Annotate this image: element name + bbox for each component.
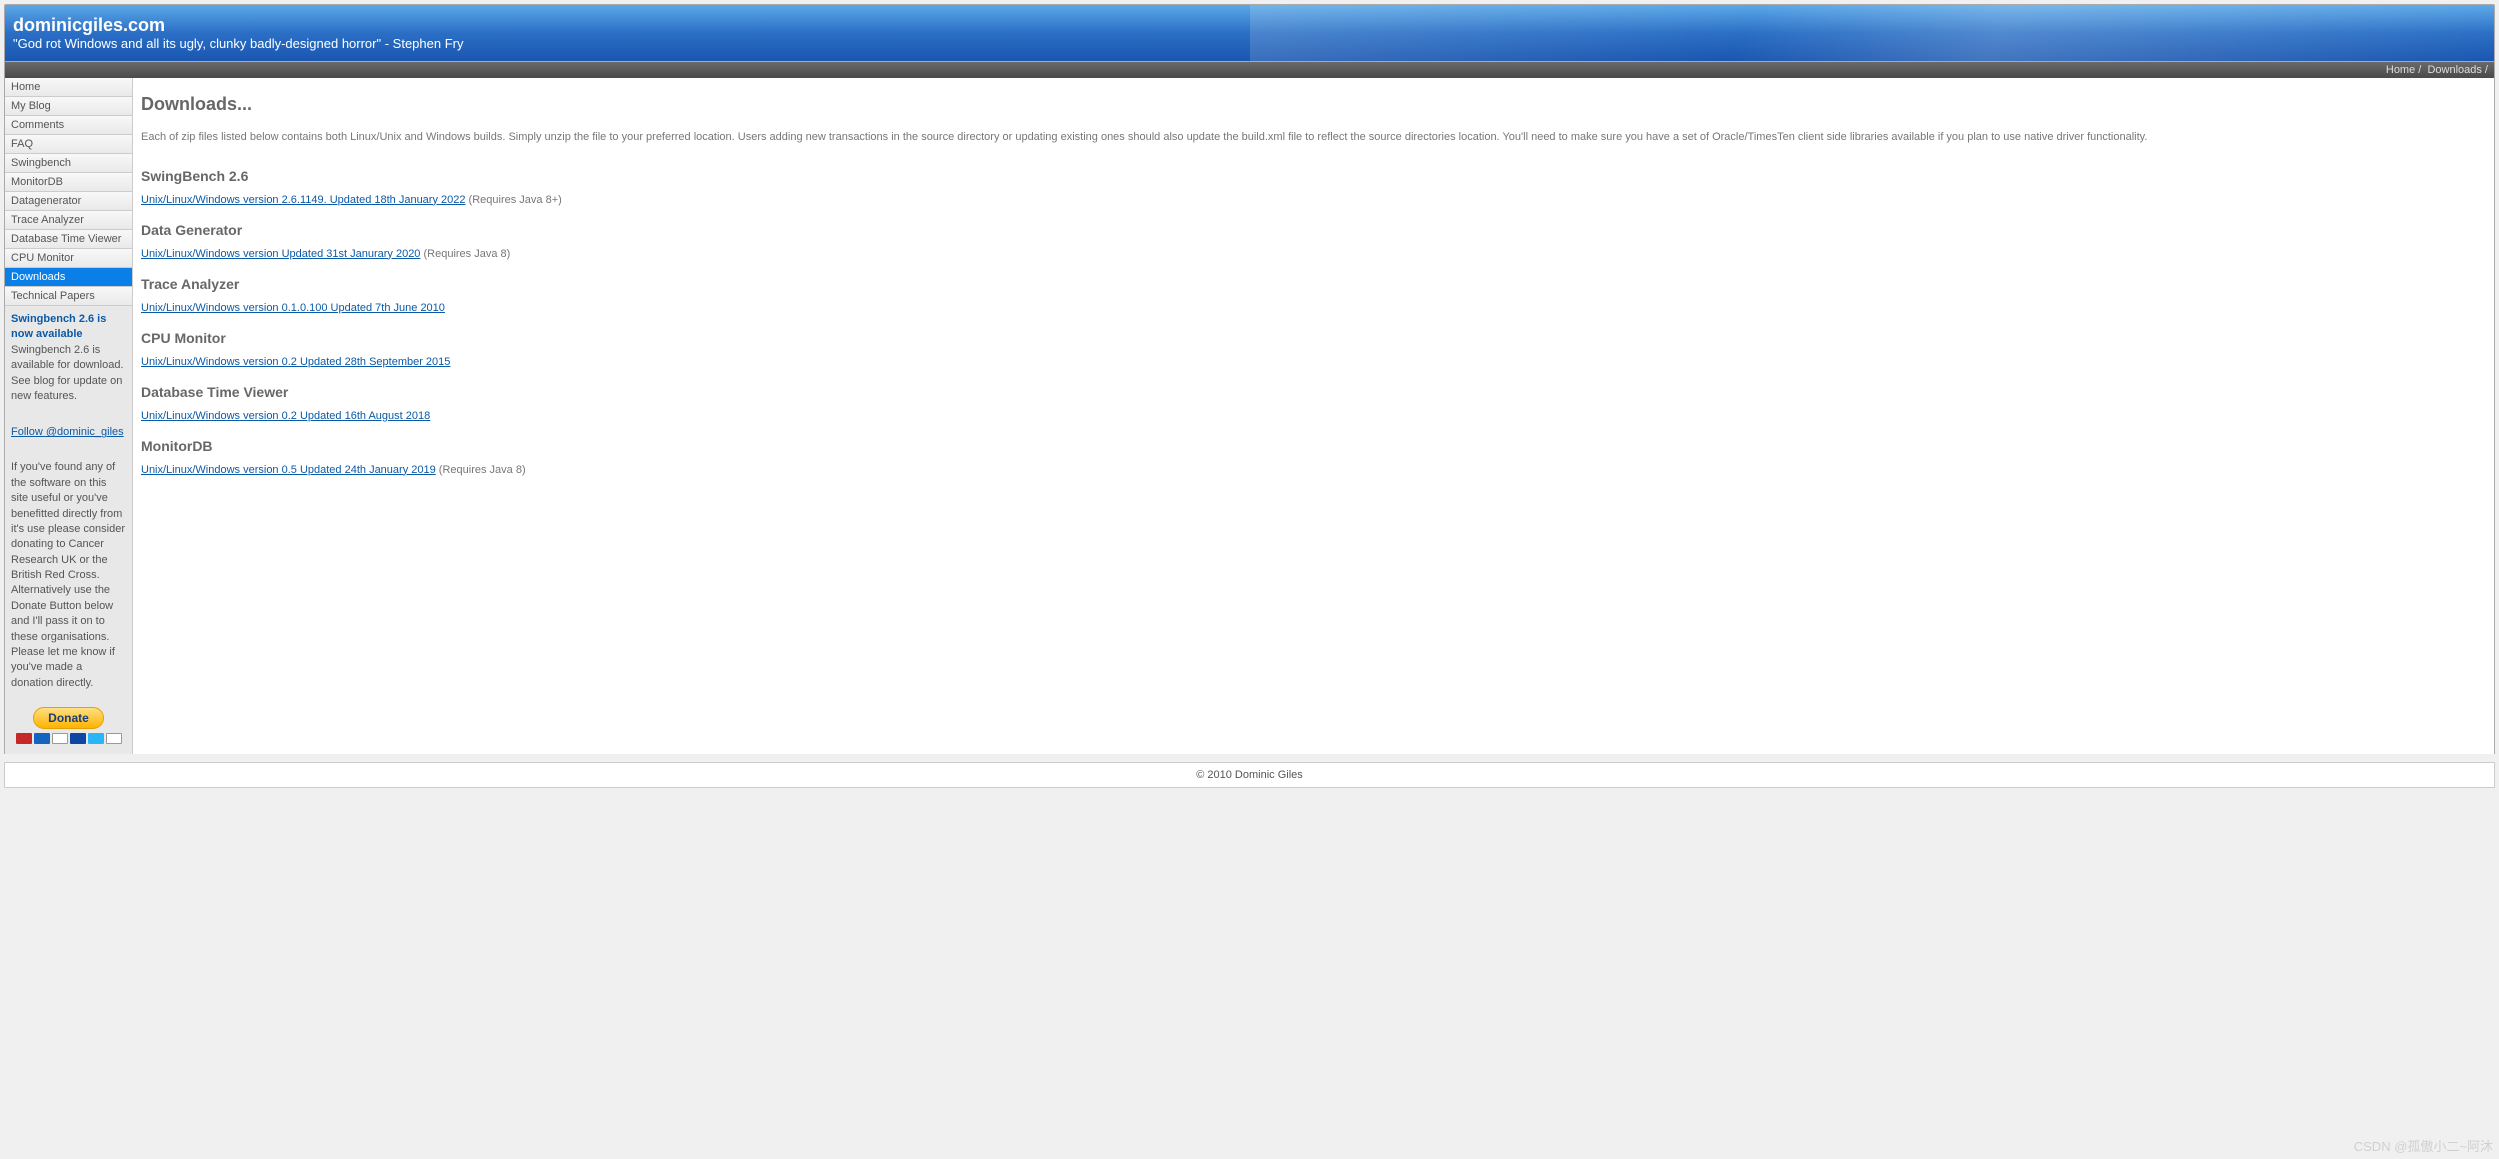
- nav-swingbench[interactable]: Swingbench: [5, 154, 132, 173]
- nav-comments[interactable]: Comments: [5, 116, 132, 135]
- nav-papers[interactable]: Technical Papers: [5, 287, 132, 306]
- follow-link[interactable]: Follow @dominic_giles: [11, 426, 126, 438]
- site-header: dominicgiles.com "God rot Windows and al…: [4, 4, 2495, 62]
- donate-button[interactable]: Donate: [33, 707, 104, 729]
- site-title: dominicgiles.com: [13, 15, 2486, 36]
- nav-myblog[interactable]: My Blog: [5, 97, 132, 116]
- sidebar: Home My Blog Comments FAQ Swingbench Mon…: [5, 78, 133, 754]
- nav-datagenerator[interactable]: Datagenerator: [5, 192, 132, 211]
- section-heading: SwingBench 2.6: [141, 168, 2486, 184]
- watermark: CSDN @孤傲小二~阿沐: [2354, 1136, 2493, 1155]
- requirement-text: (Requires Java 8): [420, 248, 510, 260]
- download-link-cpumonitor[interactable]: Unix/Linux/Windows version 0.2 Updated 2…: [141, 356, 450, 368]
- download-link-datagenerator[interactable]: Unix/Linux/Windows version Updated 31st …: [141, 248, 420, 260]
- section-heading: Data Generator: [141, 222, 2486, 238]
- nav-monitordb[interactable]: MonitorDB: [5, 173, 132, 192]
- footer: © 2010 Dominic Giles: [4, 762, 2495, 788]
- nav-downloads[interactable]: Downloads: [5, 268, 132, 287]
- nav-cpumonitor[interactable]: CPU Monitor: [5, 249, 132, 268]
- news-body: Swingbench 2.6 is available for download…: [11, 343, 126, 405]
- page-title: Downloads...: [141, 94, 2486, 115]
- card-icon: [70, 733, 86, 744]
- section-heading: MonitorDB: [141, 438, 2486, 454]
- breadcrumb-home[interactable]: Home: [2386, 64, 2415, 76]
- donate-message: If you've found any of the software on t…: [5, 454, 132, 697]
- nav-home[interactable]: Home: [5, 78, 132, 97]
- card-icon: [106, 733, 122, 744]
- requirement-text: (Requires Java 8+): [466, 194, 562, 206]
- main-content: Downloads... Each of zip files listed be…: [133, 78, 2494, 754]
- nav-faq[interactable]: FAQ: [5, 135, 132, 154]
- site-tagline: "God rot Windows and all its ugly, clunk…: [13, 36, 2486, 51]
- nav-traceanalyzer[interactable]: Trace Analyzer: [5, 211, 132, 230]
- download-link-dbtimeviewer[interactable]: Unix/Linux/Windows version 0.2 Updated 1…: [141, 410, 430, 422]
- card-icon: [52, 733, 68, 744]
- news-title: Swingbench 2.6 is now available: [11, 312, 126, 343]
- card-icon: [88, 733, 104, 744]
- payment-cards: [9, 733, 128, 744]
- download-link-monitordb[interactable]: Unix/Linux/Windows version 0.5 Updated 2…: [141, 464, 436, 476]
- intro-text: Each of zip files listed below contains …: [141, 129, 2486, 146]
- nav-dbtimeviewer[interactable]: Database Time Viewer: [5, 230, 132, 249]
- sidebar-news: Swingbench 2.6 is now available Swingben…: [5, 306, 132, 410]
- breadcrumb: Home / Downloads /: [4, 62, 2495, 78]
- card-icon: [16, 733, 32, 744]
- requirement-text: (Requires Java 8): [436, 464, 526, 476]
- download-link-swingbench[interactable]: Unix/Linux/Windows version 2.6.1149. Upd…: [141, 194, 466, 206]
- section-heading: Trace Analyzer: [141, 276, 2486, 292]
- download-link-traceanalyzer[interactable]: Unix/Linux/Windows version 0.1.0.100 Upd…: [141, 302, 445, 314]
- breadcrumb-current[interactable]: Downloads: [2427, 64, 2481, 76]
- section-heading: CPU Monitor: [141, 330, 2486, 346]
- section-heading: Database Time Viewer: [141, 384, 2486, 400]
- card-icon: [34, 733, 50, 744]
